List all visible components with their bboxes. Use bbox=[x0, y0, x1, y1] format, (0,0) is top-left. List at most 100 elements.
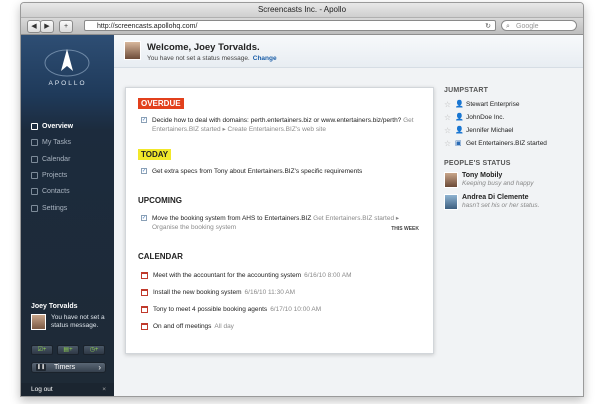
url-text: http://screencasts.apollohq.com/ bbox=[97, 23, 198, 30]
sidebar-item-my-tasks[interactable]: My Tasks bbox=[31, 137, 71, 149]
calendar-icon bbox=[141, 272, 148, 279]
logo[interactable]: APOLLO bbox=[21, 35, 114, 97]
jumpstart-item[interactable]: ☆ 👤 Stewart Enterprise bbox=[444, 98, 574, 111]
task-text: Get extra specs from Tony about Entertai… bbox=[152, 168, 363, 175]
overdue-heading: OVERDUE bbox=[138, 98, 184, 109]
person-status-text: Keeping busy and happy bbox=[462, 180, 534, 187]
jumpstart-label: JohnDoe Inc. bbox=[466, 114, 505, 121]
avatar bbox=[444, 172, 458, 188]
reload-icon[interactable]: ↻ bbox=[485, 21, 491, 32]
sidebar-item-overview[interactable]: Overview bbox=[31, 121, 73, 133]
search-input[interactable]: ⌕ Google bbox=[501, 20, 577, 31]
avatar bbox=[444, 194, 458, 210]
sidebar-item-settings[interactable]: Settings bbox=[31, 203, 67, 215]
timers-button[interactable]: ❚❚ Timers › bbox=[31, 362, 106, 373]
forward-button[interactable]: ▶ bbox=[40, 20, 54, 33]
sidebar-item-label: Overview bbox=[42, 123, 74, 130]
logo-text: APOLLO bbox=[48, 80, 87, 87]
star-icon[interactable]: ☆ bbox=[444, 124, 451, 137]
event-time: 6/16/10 11:30 AM bbox=[244, 289, 296, 296]
apollo-logo-icon bbox=[44, 49, 90, 77]
close-icon[interactable]: × bbox=[102, 383, 106, 396]
add-task-button[interactable]: ☑+ bbox=[31, 345, 53, 355]
person-name: Andrea Di Clemente bbox=[462, 194, 529, 201]
task-item[interactable]: ✓ Decide how to deal with domains: perth… bbox=[141, 116, 421, 134]
status-text: You have not set a status message. bbox=[147, 55, 250, 62]
person-status[interactable]: Andrea Di Clemente hasn't set his or her… bbox=[444, 193, 574, 215]
task-checkbox[interactable]: ✓ bbox=[141, 117, 147, 123]
add-note-button[interactable]: ▤+ bbox=[57, 345, 79, 355]
address-bar[interactable]: http://screencasts.apollohq.com/ ↻ bbox=[84, 20, 496, 31]
settings-icon bbox=[31, 204, 38, 212]
task-checkbox[interactable]: ✓ bbox=[141, 168, 147, 174]
page-title: Welcome, Joey Torvalds. bbox=[147, 42, 260, 53]
jumpstart-label: Jennifer Michael bbox=[466, 127, 514, 134]
change-status-link[interactable]: Change bbox=[253, 55, 277, 62]
sidebar-item-calendar[interactable]: Calendar bbox=[31, 154, 70, 166]
welcome-bar: Welcome, Joey Torvalds. You have not set… bbox=[114, 35, 583, 68]
logout-bar: Log out × bbox=[21, 383, 114, 396]
star-icon[interactable]: ☆ bbox=[444, 111, 451, 124]
calendar-event[interactable]: On and off meetings All day bbox=[141, 322, 421, 331]
person-name: Tony Mobily bbox=[462, 172, 503, 179]
projects-icon bbox=[31, 171, 38, 179]
event-text: Meet with the accountant for the account… bbox=[153, 272, 302, 279]
task-plus-icon: ☑+ bbox=[37, 347, 47, 353]
browser-toolbar: ◀ ▶ + http://screencasts.apollohq.com/ ↻… bbox=[21, 18, 583, 35]
person-icon: 👤 bbox=[455, 114, 464, 121]
jumpstart-item[interactable]: ☆ 👤 Jennifer Michael bbox=[444, 124, 574, 137]
task-text: Decide how to deal with domains: perth.e… bbox=[152, 117, 402, 124]
pause-icon: ❚❚ bbox=[36, 364, 46, 371]
sidebar-item-label: Contacts bbox=[42, 188, 70, 195]
avatar bbox=[124, 41, 141, 60]
jumpstart-heading: JUMPSTART bbox=[444, 87, 489, 94]
sidebar-item-label: My Tasks bbox=[42, 139, 72, 146]
calendar-event[interactable]: Tony to meet 4 possible booking agents 6/… bbox=[141, 305, 421, 314]
browser-window: Screencasts Inc. - Apollo ◀ ▶ + http://s… bbox=[20, 2, 584, 397]
sidebar-user-name: Joey Torvalds bbox=[31, 303, 78, 310]
logout-link[interactable]: Log out bbox=[31, 386, 53, 393]
upcoming-heading: UPCOMING bbox=[138, 196, 182, 205]
person-icon: 👤 bbox=[455, 127, 464, 134]
today-heading: TODAY bbox=[138, 149, 172, 160]
timers-label: Timers bbox=[54, 364, 76, 371]
task-checkbox[interactable]: ✓ bbox=[141, 215, 147, 221]
calendar-event[interactable]: Install the new booking system 6/16/10 11… bbox=[141, 288, 421, 297]
project-icon: ▣ bbox=[455, 140, 462, 147]
star-icon[interactable]: ☆ bbox=[444, 137, 451, 150]
avatar[interactable] bbox=[31, 314, 46, 330]
jumpstart-item[interactable]: ☆ 👤 JohnDoe Inc. bbox=[444, 111, 574, 124]
person-icon: 👤 bbox=[455, 101, 464, 108]
back-button[interactable]: ◀ bbox=[27, 20, 41, 33]
event-text: Install the new booking system bbox=[153, 289, 242, 296]
task-item[interactable]: ✓ Get extra specs from Tony about Entert… bbox=[141, 167, 421, 176]
chevron-right-icon: › bbox=[98, 363, 101, 372]
sidebar-item-contacts[interactable]: Contacts bbox=[31, 186, 70, 198]
people-status-heading: PEOPLE'S STATUS bbox=[444, 160, 511, 167]
sidebar-item-label: Calendar bbox=[42, 156, 71, 163]
task-text: Move the booking system from AHS to Ente… bbox=[152, 215, 312, 222]
calendar-event[interactable]: Meet with the accountant for the account… bbox=[141, 271, 421, 280]
jumpstart-label: Get Entertainers.BIZ started bbox=[466, 140, 547, 147]
jumpstart-item[interactable]: ☆ ▣ Get Entertainers.BIZ started bbox=[444, 137, 574, 150]
clock-plus-icon: ◷+ bbox=[89, 347, 99, 353]
right-column: JUMPSTART ☆ 👤 Stewart Enterprise ☆ 👤 Joh… bbox=[444, 87, 574, 215]
overview-icon bbox=[31, 122, 38, 130]
contacts-icon bbox=[31, 187, 38, 195]
search-icon: ⌕ bbox=[506, 23, 510, 30]
main-content: Welcome, Joey Torvalds. You have not set… bbox=[114, 35, 583, 396]
sidebar: APOLLO Overview My Tasks Calendar Projec… bbox=[21, 35, 114, 396]
calendar-icon bbox=[141, 306, 148, 313]
overview-panel: OVERDUE ✓ Decide how to deal with domain… bbox=[125, 87, 434, 354]
window-title: Screencasts Inc. - Apollo bbox=[21, 3, 583, 18]
star-icon[interactable]: ☆ bbox=[444, 98, 451, 111]
person-status-text: hasn't set his or her status. bbox=[462, 202, 540, 209]
calendar-icon bbox=[141, 289, 148, 296]
add-time-button[interactable]: ◷+ bbox=[83, 345, 105, 355]
sidebar-user-status: You have not set a status message. bbox=[51, 314, 105, 329]
sidebar-item-label: Settings bbox=[42, 205, 68, 212]
add-bookmark-button[interactable]: + bbox=[59, 20, 73, 33]
task-item[interactable]: ✓ Move the booking system from AHS to En… bbox=[141, 214, 421, 232]
sidebar-item-projects[interactable]: Projects bbox=[31, 170, 67, 182]
person-status[interactable]: Tony Mobily Keeping busy and happy bbox=[444, 171, 574, 193]
